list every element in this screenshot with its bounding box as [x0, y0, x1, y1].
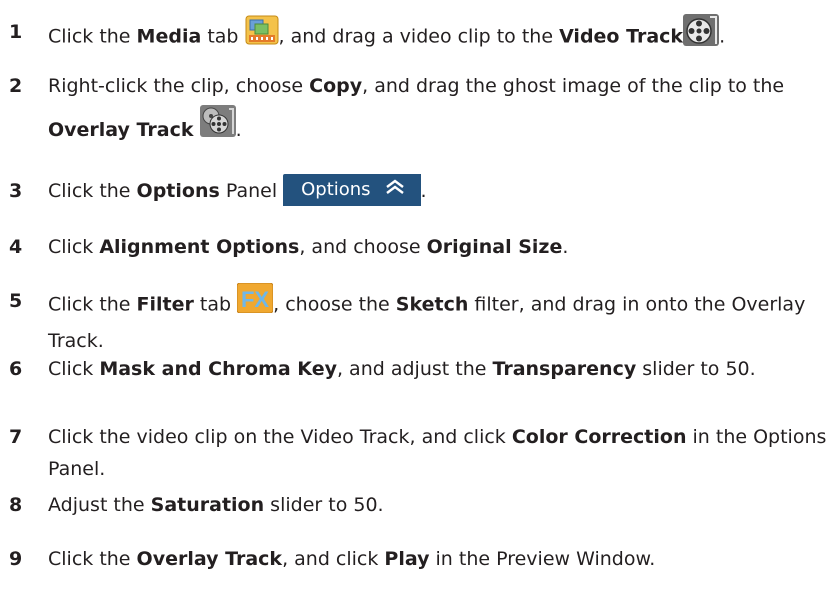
step-number: 9: [9, 548, 23, 570]
step-number: 8: [9, 494, 23, 516]
step-text: Click the Media tab , and drag a video c…: [48, 14, 831, 58]
fx-filter-tab-icon[interactable]: FX: [236, 282, 274, 323]
media-tab-icon[interactable]: [245, 15, 279, 55]
step-text: Click the Filter tab FX, choose the Sket…: [48, 282, 831, 357]
options-button-label: Options: [301, 178, 371, 200]
step-text: Click Mask and Chroma Key, and adjust th…: [48, 358, 756, 380]
step-text: Adjust the Saturation slider to 50.: [48, 494, 384, 516]
step-number: 3: [9, 180, 23, 202]
chevron-up-double-icon: [385, 174, 405, 206]
step-text: Click the video clip on the Video Track,…: [48, 426, 827, 480]
step-number: 6: [9, 358, 23, 380]
step-number: 7: [9, 426, 23, 448]
step-text: Right-click the clip, choose Copy, and d…: [48, 65, 831, 154]
step-text: Click the Overlay Track, and click Play …: [48, 548, 656, 570]
overlay-track-icon[interactable]: [199, 105, 236, 152]
step-number: 1: [9, 21, 23, 43]
svg-text:FX: FX: [241, 287, 269, 312]
step-number: 2: [9, 75, 23, 97]
step-text: Click Alignment Options, and choose Orig…: [48, 236, 569, 258]
video-track-icon[interactable]: [683, 14, 720, 56]
step-text: Click the Options Panel Options.: [48, 173, 831, 208]
step-number: 4: [9, 236, 23, 258]
step-number: 5: [9, 290, 23, 312]
options-panel-button[interactable]: Options: [283, 173, 421, 206]
